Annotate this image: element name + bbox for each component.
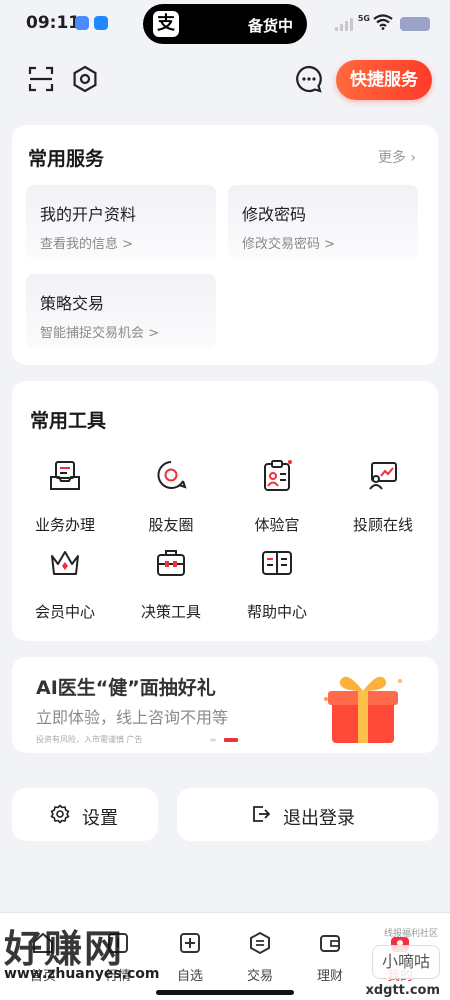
service-tile-subtitle: 修改交易密码 > <box>242 237 336 252</box>
tool-label: 股友圈 <box>148 516 194 534</box>
alipay-logo-icon: 支 <box>153 11 179 37</box>
tools-title: 常用工具 <box>30 410 107 432</box>
tool-stock-friends[interactable]: 股友圈 <box>118 459 224 539</box>
more-label: 更多 <box>377 150 406 166</box>
promo-banner[interactable]: AI医生“健”面抽好礼 立即体验，线上咨询不用等 投资有风险，入市需谨慎 广告 <box>12 657 438 753</box>
battery-icon <box>400 17 430 31</box>
tool-label: 投顾在线 <box>352 516 413 534</box>
logout-label: 退出登录 <box>283 808 355 829</box>
wifi-icon <box>373 14 393 30</box>
tool-label: 会员中心 <box>34 603 95 621</box>
exchange-icon <box>250 931 270 955</box>
tool-label: 业务办理 <box>34 516 95 534</box>
dynamic-island[interactable]: 支 备货中 <box>143 4 307 44</box>
chevron-right-icon: › <box>410 150 416 166</box>
logout-button[interactable]: 退出登录 <box>177 788 438 841</box>
plus-square-icon <box>180 933 200 953</box>
wallet-icon <box>320 935 340 952</box>
island-status-text: 备货中 <box>247 17 293 35</box>
signal-icon <box>335 17 355 31</box>
tab-wealth[interactable]: 理财 <box>295 923 365 984</box>
status-time: 09:11 <box>26 13 81 33</box>
circle-chat-icon <box>157 461 187 489</box>
service-tile-title: 策略交易 <box>40 294 105 313</box>
watermark-site-url: www.zhuanyes.com <box>4 966 160 982</box>
tab-label: 自选 <box>176 969 203 984</box>
quick-service-button[interactable]: 快捷服务 <box>336 60 432 100</box>
common-tools-card: 常用工具 业务办理 股友圈 体验官 投顾在线 会员中心 决策工具 帮助中心 <box>12 381 438 641</box>
carousel-indicator <box>210 738 238 742</box>
banner-disclaimer: 投资有风险，入市需谨慎 广告 <box>36 735 143 744</box>
scan-icon[interactable] <box>26 64 56 94</box>
tab-label: 交易 <box>246 969 273 984</box>
tool-decision-tools[interactable]: 决策工具 <box>118 546 224 626</box>
watermark-badge: 小嘀咕 <box>372 945 440 979</box>
advisor-chart-icon <box>369 462 397 490</box>
clipboard-user-icon <box>264 460 292 491</box>
tool-experience-officer[interactable]: 体验官 <box>224 459 330 539</box>
top-bar: 快捷服务 <box>0 56 450 104</box>
open-book-icon <box>262 551 292 575</box>
tab-watchlist[interactable]: 自选 <box>155 923 225 984</box>
banner-title: AI医生“健”面抽好礼 <box>36 677 216 699</box>
notification-app-icon <box>94 16 108 30</box>
status-bar: 09:11 支 备货中 5G <box>0 0 450 48</box>
service-tile-account-info[interactable]: 我的开户资料 查看我的信息 > <box>26 185 216 259</box>
services-more-link[interactable]: 更多 › <box>378 147 416 167</box>
service-tile-subtitle: 查看我的信息 > <box>40 237 134 252</box>
service-tile-subtitle: 智能捕捉交易机会 > <box>40 326 160 341</box>
service-tile-title: 我的开户资料 <box>40 205 137 224</box>
inbox-tray-icon <box>50 461 80 490</box>
toolbox-icon <box>157 550 185 576</box>
logout-icon <box>253 806 271 822</box>
tool-label: 帮助中心 <box>246 603 307 621</box>
chat-bubble-icon[interactable] <box>294 64 324 94</box>
tool-member-center[interactable]: 会员中心 <box>12 546 118 626</box>
watermark-badge-caption: 线报福利社区 <box>383 929 438 939</box>
service-tile-title: 修改密码 <box>242 205 307 224</box>
tool-label: 体验官 <box>254 516 300 534</box>
home-indicator[interactable] <box>156 990 294 995</box>
gear-icon <box>50 804 70 824</box>
tool-business-handling[interactable]: 业务办理 <box>12 459 118 539</box>
common-services-card: 常用服务 更多 › 我的开户资料 查看我的信息 > 修改密码 修改交易密码 > … <box>12 125 438 365</box>
settings-button[interactable]: 设置 <box>12 788 158 841</box>
gift-box-icon <box>324 676 402 743</box>
settings-label: 设置 <box>82 808 118 829</box>
network-type: 5G <box>357 14 370 23</box>
banner-subtitle: 立即体验，线上咨询不用等 <box>36 708 229 727</box>
tool-label: 决策工具 <box>140 603 201 621</box>
watermark-site-name: 好赚网 <box>4 927 125 971</box>
tab-label: 理财 <box>316 969 343 984</box>
notification-app-icon <box>75 16 89 30</box>
service-tile-change-password[interactable]: 修改密码 修改交易密码 > <box>228 185 418 259</box>
crown-icon <box>51 551 79 575</box>
tool-help-center[interactable]: 帮助中心 <box>224 546 330 626</box>
tool-advisor-online[interactable]: 投顾在线 <box>330 459 436 539</box>
hexagon-settings-icon[interactable] <box>70 64 100 94</box>
services-title: 常用服务 <box>28 148 105 170</box>
service-tile-strategy-trading[interactable]: 策略交易 智能捕捉交易机会 > <box>26 274 216 348</box>
watermark-badge-url: xdgtt.com <box>365 983 440 998</box>
tab-trade[interactable]: 交易 <box>225 923 295 984</box>
